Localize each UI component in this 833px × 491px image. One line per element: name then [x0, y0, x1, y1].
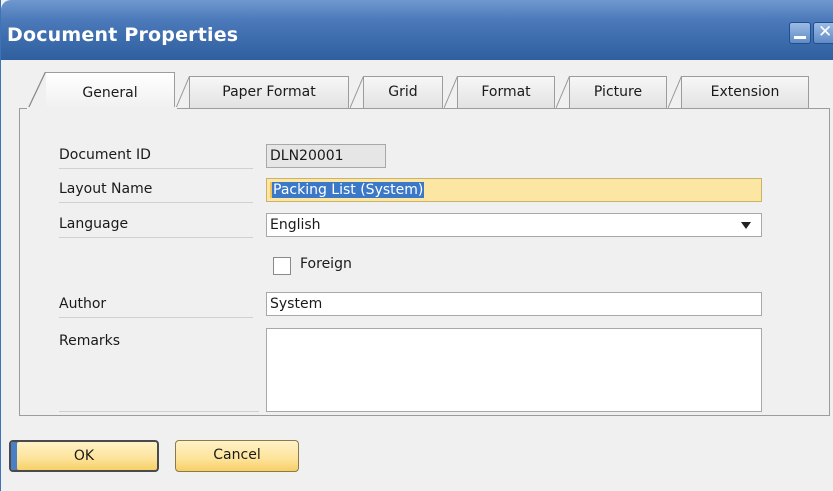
foreign-label[interactable]: Foreign — [300, 256, 352, 272]
window-title: Document Properties — [7, 24, 239, 46]
cancel-button[interactable]: Cancel — [175, 440, 299, 472]
author-field[interactable]: System — [266, 292, 762, 316]
foreign-checkbox[interactable] — [273, 257, 291, 275]
tab-general[interactable]: General — [28, 72, 175, 110]
tab-extension[interactable]: Extension — [668, 76, 809, 109]
language-label: Language — [59, 216, 129, 232]
language-value: English — [270, 217, 321, 233]
tab-picture[interactable]: Picture — [556, 76, 667, 109]
chevron-down-icon[interactable] — [741, 222, 751, 229]
document-properties-window: Document Properties ✕ General Paper Form… — [0, 0, 833, 491]
author-label: Author — [59, 296, 107, 312]
close-icon[interactable]: ✕ — [813, 22, 833, 44]
ok-button[interactable]: OK — [9, 440, 159, 472]
remarks-textarea[interactable] — [266, 328, 762, 412]
document-id-label: Document ID — [59, 147, 151, 163]
minimize-icon[interactable] — [789, 22, 811, 44]
tab-paper-format[interactable]: Paper Format — [176, 76, 349, 109]
title-bar[interactable]: Document Properties ✕ — [1, 0, 833, 60]
layout-name-field[interactable]: Packing List (System) — [266, 178, 762, 202]
language-dropdown[interactable]: English — [266, 213, 762, 237]
remarks-label: Remarks — [59, 333, 121, 349]
layout-name-label: Layout Name — [59, 181, 153, 197]
layout-name-selected-text: Packing List (System) — [270, 182, 425, 198]
document-id-field: DLN20001 — [266, 144, 386, 168]
tab-grid[interactable]: Grid — [350, 76, 443, 109]
tab-format[interactable]: Format — [444, 76, 555, 109]
